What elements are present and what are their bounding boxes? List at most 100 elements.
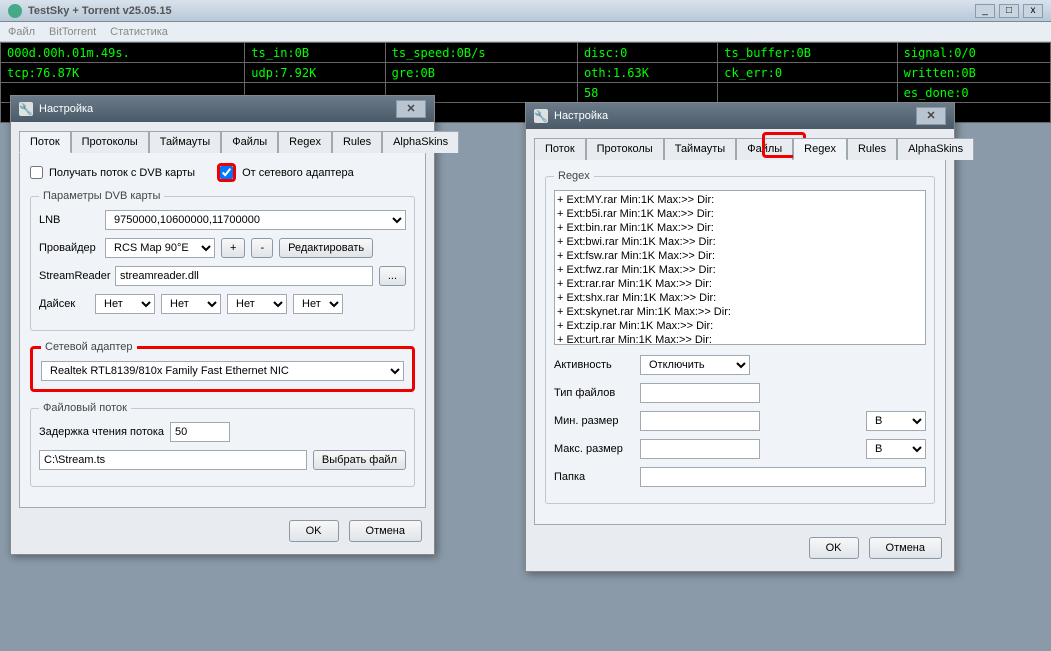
tab-files[interactable]: Файлы <box>221 131 278 153</box>
regex-legend: Regex <box>554 170 594 182</box>
stat-cell: ck_err:0 <box>718 63 897 83</box>
file-legend: Файловый поток <box>39 402 131 414</box>
stat-cell: disc:0 <box>577 43 717 63</box>
filetype-label: Тип файлов <box>554 387 634 399</box>
folder-label: Папка <box>554 471 634 483</box>
maxsize-unit-select[interactable]: B <box>866 439 926 459</box>
stat-cell: 58 <box>577 83 717 103</box>
filetype-input[interactable] <box>640 383 760 403</box>
tab-protocols[interactable]: Протоколы <box>586 138 664 160</box>
stat-cell: gre:0B <box>385 63 577 83</box>
adapter-select[interactable]: Realtek RTL8139/810x Family Fast Etherne… <box>41 361 404 381</box>
menu-stats[interactable]: Статистика <box>110 26 168 38</box>
file-stream-group: Файловый поток Задержка чтения потока Вы… <box>30 402 415 487</box>
tab-timeouts[interactable]: Таймауты <box>149 131 222 153</box>
dvb-params-group: Параметры DVB карты LNB 9750000,10600000… <box>30 190 415 331</box>
list-item[interactable]: + Ext:bin.rar Min:1K Max:>> Dir: <box>557 221 923 235</box>
activity-select[interactable]: Отключить <box>640 355 750 375</box>
ok-button[interactable]: OK <box>809 537 859 559</box>
minsize-label: Мин. размер <box>554 415 634 427</box>
main-titlebar: TestSky + Torrent v25.05.15 _ □ x <box>0 0 1051 22</box>
dialog-close-button[interactable]: ✕ <box>396 100 426 118</box>
tab-files[interactable]: Файлы <box>736 138 793 160</box>
tab-stream[interactable]: Поток <box>19 131 71 153</box>
dialog-titlebar: 🔧 Настройка ✕ <box>526 103 954 129</box>
regex-listbox[interactable]: + Ext:MY.rar Min:1K Max:>> Dir:+ Ext:b5i… <box>554 190 926 345</box>
net-adapter-checkbox[interactable] <box>220 166 233 179</box>
diseqc-select-4[interactable]: Нет <box>293 294 343 314</box>
net-adapter-label: От сетевого адаптера <box>242 167 354 179</box>
stat-cell: signal:0/0 <box>897 43 1050 63</box>
stat-cell: ts_in:0B <box>245 43 385 63</box>
filepath-input[interactable] <box>39 450 307 470</box>
net-legend: Сетевой адаптер <box>41 341 137 353</box>
tab-rules[interactable]: Rules <box>847 138 897 160</box>
app-icon <box>8 4 22 18</box>
dialog-titlebar: 🔧 Настройка ✕ <box>11 96 434 122</box>
tab-panel: Получать поток с DVB карты От сетевого а… <box>19 153 426 508</box>
dvb-label: Получать поток с DVB карты <box>49 167 195 179</box>
list-item[interactable]: + Ext:urt.rar Min:1K Max:>> Dir: <box>557 333 923 345</box>
menu-bittorrent[interactable]: BitTorrent <box>49 26 96 38</box>
edit-provider-button[interactable]: Редактировать <box>279 238 373 258</box>
lnb-select[interactable]: 9750000,10600000,11700000 <box>105 210 406 230</box>
streamreader-label: StreamReader <box>39 270 109 282</box>
diseqc-select-1[interactable]: Нет <box>95 294 155 314</box>
tab-protocols[interactable]: Протоколы <box>71 131 149 153</box>
list-item[interactable]: + Ext:fsw.rar Min:1K Max:>> Dir: <box>557 249 923 263</box>
list-item[interactable]: + Ext:shx.rar Min:1K Max:>> Dir: <box>557 291 923 305</box>
stat-cell: 000d.00h.01m.49s. <box>1 43 245 63</box>
delay-label: Задержка чтения потока <box>39 426 164 438</box>
dvb-checkbox[interactable] <box>30 166 43 179</box>
provider-label: Провайдер <box>39 242 99 254</box>
cancel-button[interactable]: Отмена <box>869 537 942 559</box>
minsize-unit-select[interactable]: B <box>866 411 926 431</box>
minimize-button[interactable]: _ <box>975 4 995 18</box>
list-item[interactable]: + Ext:fwz.rar Min:1K Max:>> Dir: <box>557 263 923 277</box>
close-button[interactable]: x <box>1023 4 1043 18</box>
settings-dialog-2: 🔧 Настройка ✕ Поток Протоколы Таймауты Ф… <box>525 102 955 572</box>
tab-regex[interactable]: Regex <box>793 138 847 160</box>
activity-label: Активность <box>554 359 634 371</box>
tab-stream[interactable]: Поток <box>534 138 586 160</box>
tab-panel: Regex + Ext:MY.rar Min:1K Max:>> Dir:+ E… <box>534 160 946 525</box>
menubar: Файл BitTorrent Статистика <box>0 22 1051 42</box>
list-item[interactable]: + Ext:rar.rar Min:1K Max:>> Dir: <box>557 277 923 291</box>
diseqc-select-2[interactable]: Нет <box>161 294 221 314</box>
cancel-button[interactable]: Отмена <box>349 520 422 542</box>
tab-rules[interactable]: Rules <box>332 131 382 153</box>
stat-cell <box>718 83 897 103</box>
list-item[interactable]: + Ext:zip.rar Min:1K Max:>> Dir: <box>557 319 923 333</box>
list-item[interactable]: + Ext:b5i.rar Min:1K Max:>> Dir: <box>557 207 923 221</box>
provider-select[interactable]: RCS Map 90°E <box>105 238 215 258</box>
browse-dll-button[interactable]: ... <box>379 266 406 286</box>
ok-button[interactable]: OK <box>289 520 339 542</box>
wrench-icon: 🔧 <box>534 109 548 123</box>
maximize-button[interactable]: □ <box>999 4 1019 18</box>
dialog-close-button[interactable]: ✕ <box>916 107 946 125</box>
stat-cell: es_done:0 <box>897 83 1050 103</box>
list-item[interactable]: + Ext:MY.rar Min:1K Max:>> Dir: <box>557 193 923 207</box>
add-provider-button[interactable]: + <box>221 238 245 258</box>
stat-cell: udp:7.92K <box>245 63 385 83</box>
stat-cell: ts_speed:0B/s <box>385 43 577 63</box>
streamreader-input[interactable] <box>115 266 373 286</box>
tab-alphaskins[interactable]: AlphaSkins <box>382 131 459 153</box>
menu-file[interactable]: Файл <box>8 26 35 38</box>
remove-provider-button[interactable]: - <box>251 238 273 258</box>
tab-alphaskins[interactable]: AlphaSkins <box>897 138 974 160</box>
stat-cell: tcp:76.87K <box>1 63 245 83</box>
list-item[interactable]: + Ext:skynet.rar Min:1K Max:>> Dir: <box>557 305 923 319</box>
app-title: TestSky + Torrent v25.05.15 <box>28 5 172 17</box>
stat-cell: written:0B <box>897 63 1050 83</box>
tab-timeouts[interactable]: Таймауты <box>664 138 737 160</box>
browse-file-button[interactable]: Выбрать файл <box>313 450 406 470</box>
diseqc-select-3[interactable]: Нет <box>227 294 287 314</box>
folder-input[interactable] <box>640 467 926 487</box>
regex-group: Regex + Ext:MY.rar Min:1K Max:>> Dir:+ E… <box>545 170 935 504</box>
maxsize-input[interactable] <box>640 439 760 459</box>
delay-input[interactable] <box>170 422 230 442</box>
tab-regex[interactable]: Regex <box>278 131 332 153</box>
list-item[interactable]: + Ext:bwi.rar Min:1K Max:>> Dir: <box>557 235 923 249</box>
minsize-input[interactable] <box>640 411 760 431</box>
